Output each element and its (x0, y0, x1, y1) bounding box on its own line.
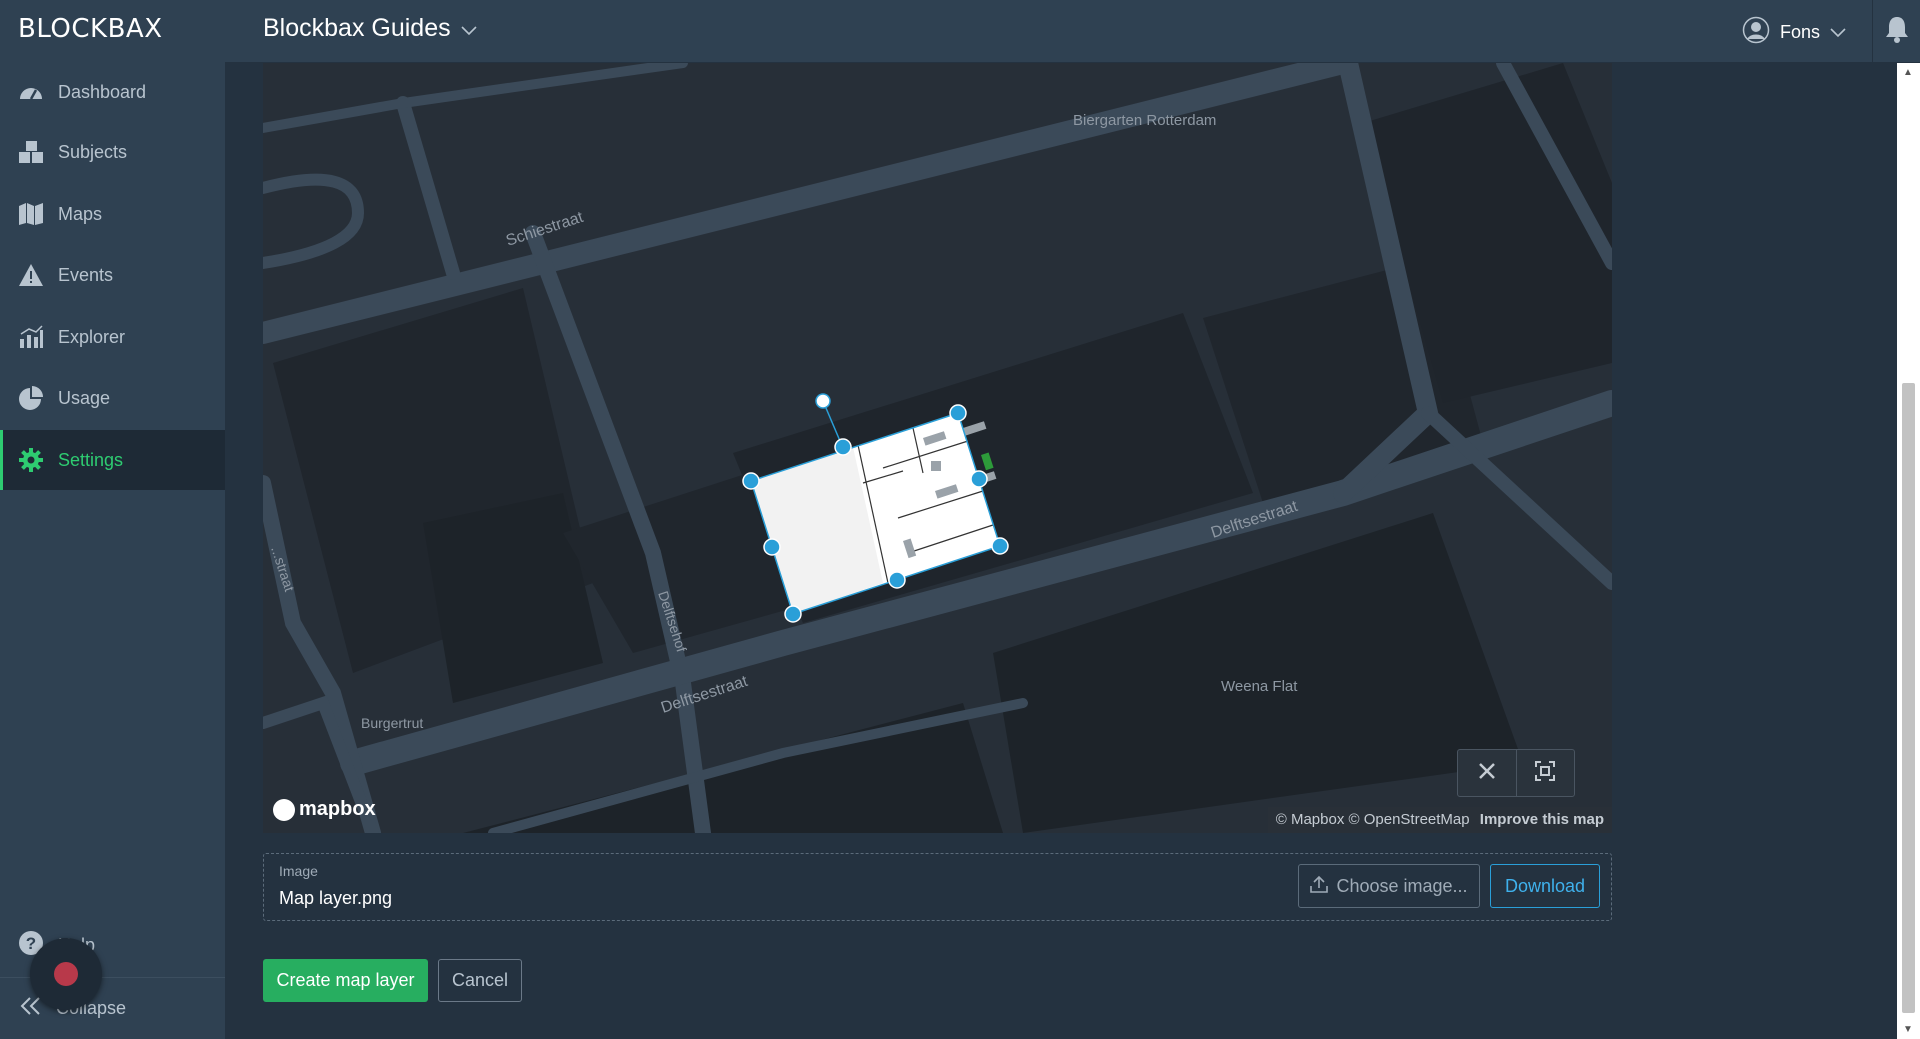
cancel-button[interactable]: Cancel (438, 959, 522, 1002)
improve-map-link[interactable]: Improve this map (1480, 811, 1604, 828)
dashboard-gauge-icon (18, 79, 44, 105)
sidebar-item-label: Subjects (58, 141, 128, 162)
sidebar-item-label: Maps (58, 203, 103, 224)
user-name: Fons (1780, 22, 1821, 42)
bell-icon (1884, 15, 1910, 48)
draw-tool-button[interactable] (1458, 750, 1517, 796)
choose-image-label: Choose image... (1336, 875, 1468, 896)
map-label-weena-flat: Weena Flat (1221, 678, 1298, 695)
page-scrollbar[interactable]: ▲ ▼ (1897, 63, 1920, 1039)
svg-text:?: ? (26, 934, 36, 953)
user-menu[interactable]: Fons (1742, 16, 1846, 49)
fullscreen-button[interactable] (1517, 750, 1575, 796)
sidebar: BLOCKBAX Dashboard Subjects Maps Events … (0, 0, 225, 1039)
rotate-handle[interactable] (815, 393, 831, 409)
sidebar-item-label: Usage (58, 387, 111, 408)
sidebar-item-settings[interactable]: Settings (0, 430, 225, 490)
map-view[interactable]: Biergarten Rotterdam Schiestraat Delftse… (263, 63, 1612, 833)
mapbox-logo[interactable]: mapbox (273, 798, 376, 821)
chart-icon (18, 324, 44, 350)
recording-button[interactable] (30, 938, 102, 1010)
fullscreen-icon (1535, 760, 1556, 786)
scrollbar-thumb[interactable] (1902, 383, 1915, 1013)
image-field: Image Map layer.png Choose image... Down… (263, 853, 1612, 921)
sidebar-item-subjects[interactable]: Subjects (0, 122, 225, 182)
sidebar-item-dashboard[interactable]: Dashboard (0, 62, 225, 122)
scroll-up-arrow-icon[interactable]: ▲ (1903, 67, 1913, 78)
sidebar-item-explorer[interactable]: Explorer (0, 307, 225, 367)
chevron-down-icon (461, 14, 477, 43)
image-field-caption: Image (279, 863, 318, 879)
sidebar-item-maps[interactable]: Maps (0, 184, 225, 244)
mapbox-circle-icon (273, 798, 295, 821)
map-canvas[interactable]: Biergarten Rotterdam Schiestraat Delftse… (263, 63, 1612, 833)
map-label-burgertrut: Burgertrut (361, 715, 423, 731)
project-selector[interactable]: Blockbax Guides (263, 14, 477, 43)
download-button[interactable]: Download (1490, 864, 1600, 908)
map-label-left-street: ...straat (268, 544, 298, 593)
top-bar: Blockbax Guides Fons (225, 0, 1920, 63)
upload-icon (1310, 875, 1329, 898)
warning-triangle-icon (18, 262, 44, 288)
record-dot-icon (54, 962, 78, 986)
notifications-button[interactable] (1872, 0, 1920, 63)
sidebar-item-label: Explorer (58, 326, 126, 347)
user-avatar-icon (1742, 16, 1770, 49)
pie-chart-icon (18, 385, 44, 411)
double-chevron-left-icon (20, 996, 42, 1021)
choose-image-button[interactable]: Choose image... (1298, 864, 1480, 908)
attribution-text[interactable]: © Mapbox © OpenStreetMap (1276, 811, 1470, 828)
image-field-value: Map layer.png (279, 888, 393, 908)
map-attribution: © Mapbox © OpenStreetMap Improve this ma… (1267, 807, 1612, 833)
scroll-down-arrow-icon[interactable]: ▼ (1903, 1024, 1913, 1035)
sidebar-item-events[interactable]: Events (0, 245, 225, 305)
mapbox-logo-text: mapbox (299, 798, 376, 820)
create-map-layer-button[interactable]: Create map layer (263, 959, 428, 1002)
cross-tools-icon (1477, 761, 1497, 786)
sidebar-item-label: Settings (58, 449, 124, 470)
gear-icon (18, 447, 44, 473)
sidebar-item-usage[interactable]: Usage (0, 368, 225, 428)
map-controls (1457, 749, 1575, 797)
chevron-down-icon (1830, 22, 1846, 43)
sidebar-item-label: Dashboard (58, 81, 147, 102)
sidebar-item-label: Events (58, 264, 114, 285)
subjects-cubes-icon (18, 139, 44, 165)
map-label-biergarten: Biergarten Rotterdam (1073, 112, 1216, 129)
blockbax-logo[interactable]: BLOCKBAX (18, 14, 163, 50)
project-name: Blockbax Guides (263, 14, 451, 42)
maps-icon (18, 201, 44, 227)
